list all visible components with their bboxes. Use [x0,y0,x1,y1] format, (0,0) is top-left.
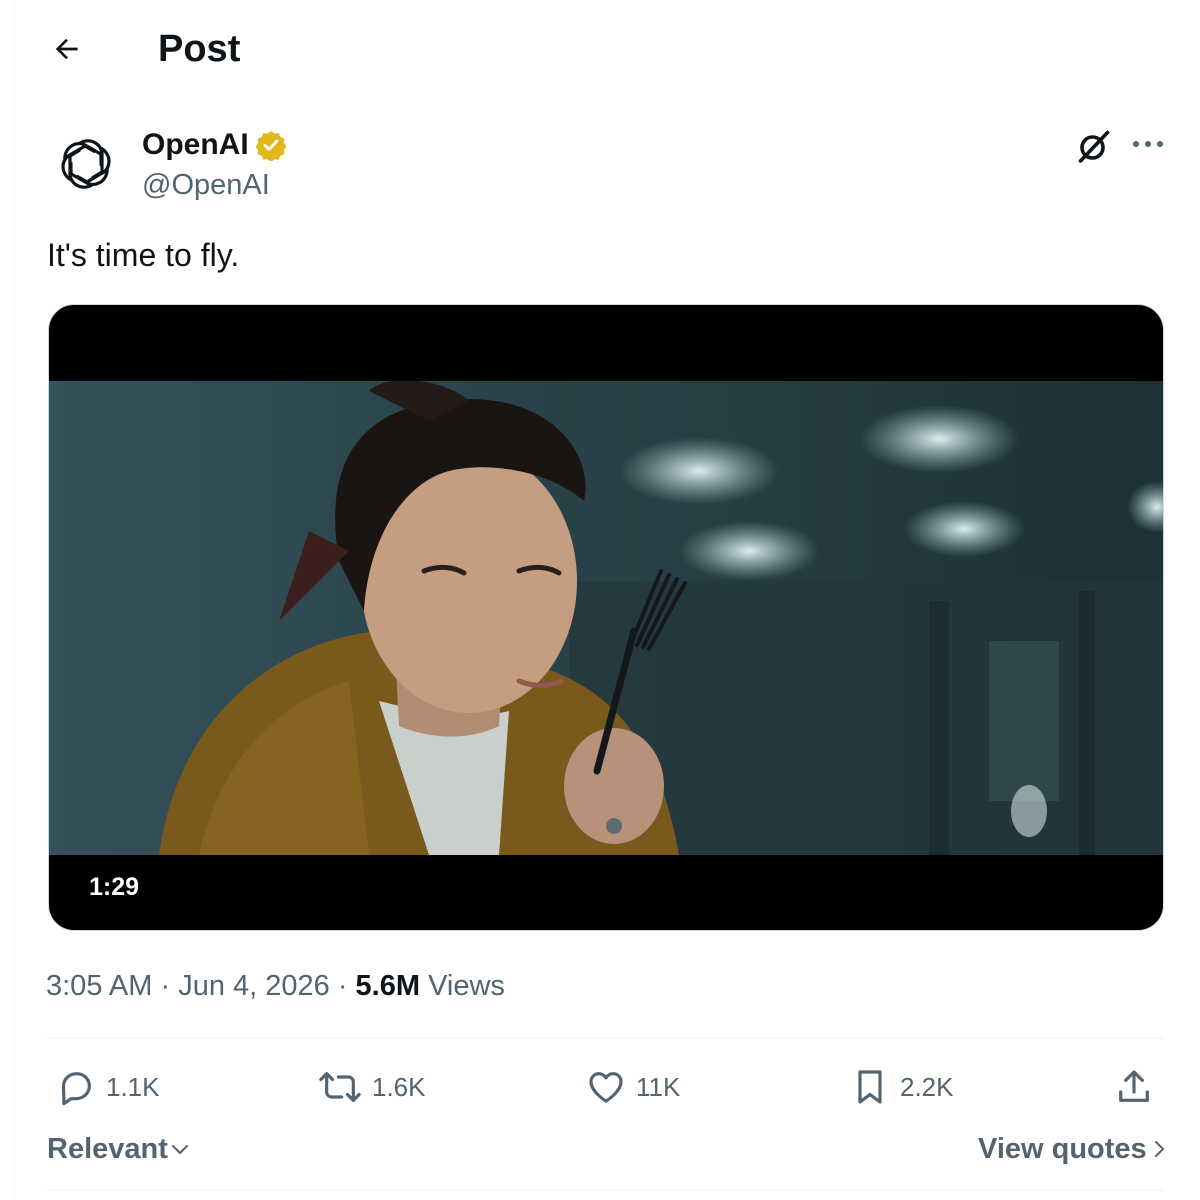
chevron-right-icon [1154,1141,1164,1157]
author-name-text: OpenAI [142,128,249,161]
post-text: It's time to fly. [47,237,240,273]
heart-icon [589,1072,623,1103]
video-still-image [49,381,1163,855]
share-button[interactable] [1114,1064,1154,1110]
author-handle[interactable]: @OpenAI [142,166,270,204]
repost-icon [319,1072,361,1102]
views-label: Views [428,970,505,1002]
like-count: 11K [636,1072,681,1102]
openai-logo-icon [61,139,111,189]
more-dots-icon [1133,141,1163,147]
verified-badge-icon [255,129,287,161]
reply-count: 1.1K [106,1072,160,1102]
avatar[interactable] [52,130,120,198]
sort-label: Relevant [47,1133,168,1165]
divider [46,1038,1164,1039]
divider [46,1190,1164,1191]
repost-button[interactable]: 1.6K [318,1064,426,1110]
views-count: 5.6M [355,970,421,1002]
post-time[interactable]: 3:05 AM [46,970,152,1002]
reply-button[interactable]: 1.1K [56,1064,160,1110]
arrow-left-icon [55,38,78,60]
chevron-down-icon [171,1145,188,1154]
video-frame [49,381,1163,855]
page-title: Post [158,28,241,70]
grok-icon [1078,130,1110,163]
like-button[interactable]: 11K [586,1064,680,1110]
author-name[interactable]: OpenAI [142,126,287,164]
meta-separator: · [337,970,356,1002]
post-meta: 3:05 AM · Jun 4, 2026 · 5.6M Views [46,966,505,1006]
grok-button[interactable] [1072,124,1116,168]
view-quotes-link[interactable]: View quotes [978,1130,1171,1168]
view-quotes-label: View quotes [978,1133,1147,1165]
meta-separator: · [160,970,179,1002]
bookmark-button[interactable]: 2.2K [850,1064,954,1110]
repost-count: 1.6K [372,1072,426,1102]
top-bar: Post [0,0,1200,96]
share-icon [1119,1070,1149,1102]
sort-dropdown[interactable]: Relevant [47,1130,192,1168]
video-duration: 1:29 [89,873,140,901]
post-date[interactable]: Jun 4, 2026 [178,970,330,1002]
reply-icon [61,1072,91,1106]
bookmark-count: 2.2K [900,1072,954,1102]
back-button[interactable] [44,26,90,72]
video-player[interactable]: 1:29 [48,304,1164,931]
more-options-button[interactable] [1126,124,1170,164]
bookmark-icon [858,1070,882,1104]
column-border [14,0,15,1200]
